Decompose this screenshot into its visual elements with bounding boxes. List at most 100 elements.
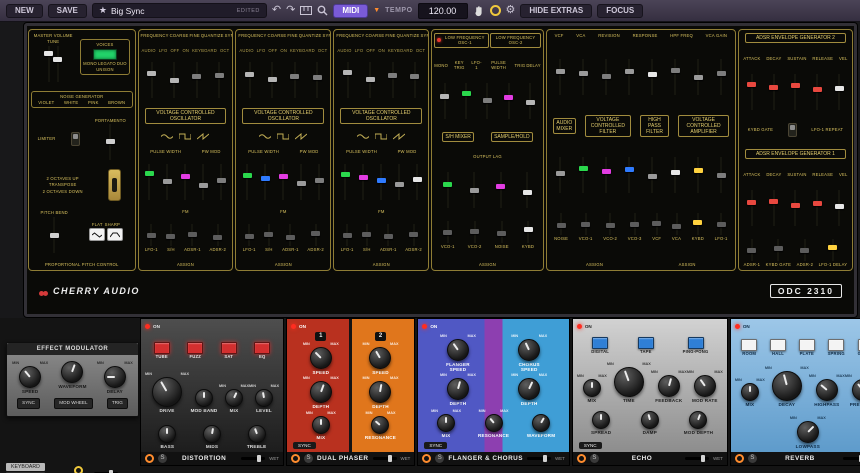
- undo-icon[interactable]: ↶: [272, 5, 281, 16]
- knob-dial[interactable]: [104, 366, 126, 388]
- power-led[interactable]: [577, 324, 582, 329]
- slider[interactable]: [648, 157, 657, 193]
- slider[interactable]: [470, 221, 479, 243]
- fx-power-button[interactable]: [74, 466, 83, 473]
- knob-dial[interactable]: [592, 411, 610, 429]
- hand-icon[interactable]: [473, 5, 485, 17]
- slider[interactable]: [409, 224, 418, 246]
- spring-button[interactable]: SPRING: [828, 339, 845, 357]
- button-cap[interactable]: [770, 339, 786, 351]
- knob-dial[interactable]: [369, 347, 391, 369]
- knob-dial[interactable]: [248, 425, 266, 443]
- knob-dial[interactable]: [195, 389, 213, 407]
- slider[interactable]: [413, 164, 422, 200]
- transpose-switch[interactable]: [108, 169, 121, 201]
- button-cap[interactable]: [828, 339, 844, 351]
- slider[interactable]: [523, 172, 532, 208]
- knob-dial[interactable]: [694, 375, 716, 397]
- knob-dial[interactable]: [19, 366, 41, 388]
- sync-button[interactable]: SYNC: [424, 442, 447, 449]
- tape-button[interactable]: TAPE: [638, 337, 654, 355]
- wet-slider[interactable]: [527, 457, 551, 460]
- midi-button[interactable]: MIDI: [333, 4, 368, 18]
- focus-button[interactable]: FOCUS: [597, 4, 643, 18]
- button-cap[interactable]: [187, 342, 203, 354]
- slider[interactable]: [147, 224, 156, 246]
- wet-slider[interactable]: [685, 457, 709, 460]
- slider[interactable]: [671, 157, 680, 193]
- preset-selector[interactable]: ★ Big Sync EDITED: [92, 3, 267, 18]
- slider[interactable]: [44, 46, 53, 82]
- sync-button[interactable]: SYNC: [293, 442, 316, 449]
- knob-dial[interactable]: [518, 378, 540, 400]
- settings-gear-icon[interactable]: ⚙: [506, 5, 516, 16]
- keyboard-icon[interactable]: [300, 6, 312, 15]
- slider[interactable]: [579, 157, 588, 193]
- waveform-icons[interactable]: [336, 133, 426, 140]
- slider[interactable]: [170, 62, 179, 98]
- knob-dial[interactable]: [658, 375, 680, 397]
- slider[interactable]: [524, 221, 533, 243]
- button-cap[interactable]: [254, 342, 270, 354]
- slider[interactable]: [377, 164, 386, 200]
- slider[interactable]: [769, 190, 778, 226]
- slider[interactable]: [694, 157, 703, 193]
- slider[interactable]: [443, 172, 452, 208]
- slider[interactable]: [366, 62, 375, 98]
- knob-dial[interactable]: [772, 371, 802, 401]
- knob-dial[interactable]: [310, 347, 332, 369]
- trig-button[interactable]: TRIG: [107, 398, 128, 409]
- solo-button[interactable]: S: [748, 454, 757, 463]
- button-cap[interactable]: [592, 337, 608, 349]
- module-power-button[interactable]: [145, 454, 154, 463]
- power-led[interactable]: [422, 324, 427, 329]
- slider[interactable]: [286, 224, 295, 246]
- slider[interactable]: [343, 62, 352, 98]
- button-cap[interactable]: [638, 337, 654, 349]
- slider[interactable]: [625, 59, 634, 95]
- module-power-button[interactable]: [735, 454, 744, 463]
- knob-dial[interactable]: [741, 383, 759, 401]
- module-power-button[interactable]: [422, 454, 431, 463]
- unison-label[interactable]: UNISON: [83, 67, 127, 72]
- slider[interactable]: [470, 172, 479, 208]
- knob-dial[interactable]: [518, 339, 540, 361]
- button-cap[interactable]: [799, 339, 815, 351]
- flat-button[interactable]: [89, 228, 105, 241]
- slider[interactable]: [717, 213, 726, 235]
- slider[interactable]: [526, 83, 535, 119]
- slider[interactable]: [384, 224, 393, 246]
- waveform-icons[interactable]: [238, 133, 328, 140]
- search-icon[interactable]: [317, 5, 328, 16]
- slider[interactable]: [261, 164, 270, 200]
- slider[interactable]: [53, 46, 62, 82]
- button-cap[interactable]: [688, 337, 704, 349]
- slider[interactable]: [243, 164, 252, 200]
- knob-dial[interactable]: [532, 414, 550, 432]
- slider[interactable]: [290, 62, 299, 98]
- slider[interactable]: [652, 213, 661, 235]
- knob-dial[interactable]: [485, 414, 503, 432]
- slider[interactable]: [279, 164, 288, 200]
- digital-button[interactable]: DIGITAL: [591, 337, 609, 355]
- slider[interactable]: [215, 62, 224, 98]
- tab-keyboard[interactable]: KEYBOARD: [6, 463, 45, 471]
- slider[interactable]: [625, 157, 634, 193]
- slider[interactable]: [268, 62, 277, 98]
- slider[interactable]: [747, 74, 756, 110]
- module-power-button[interactable]: [291, 454, 300, 463]
- slider[interactable]: [556, 157, 565, 193]
- knob-dial[interactable]: [225, 389, 243, 407]
- slider[interactable]: [497, 221, 506, 243]
- knob-dial[interactable]: [310, 381, 332, 403]
- slider[interactable]: [774, 239, 783, 261]
- slider[interactable]: [199, 164, 208, 200]
- wet-slider[interactable]: [373, 457, 397, 460]
- knob-dial[interactable]: [369, 381, 391, 403]
- slider[interactable]: [188, 224, 197, 246]
- slider[interactable]: [440, 83, 449, 119]
- slider[interactable]: [106, 124, 115, 160]
- plate-button[interactable]: PLATE: [799, 339, 815, 357]
- slider[interactable]: [693, 213, 702, 235]
- new-button[interactable]: NEW: [6, 4, 43, 18]
